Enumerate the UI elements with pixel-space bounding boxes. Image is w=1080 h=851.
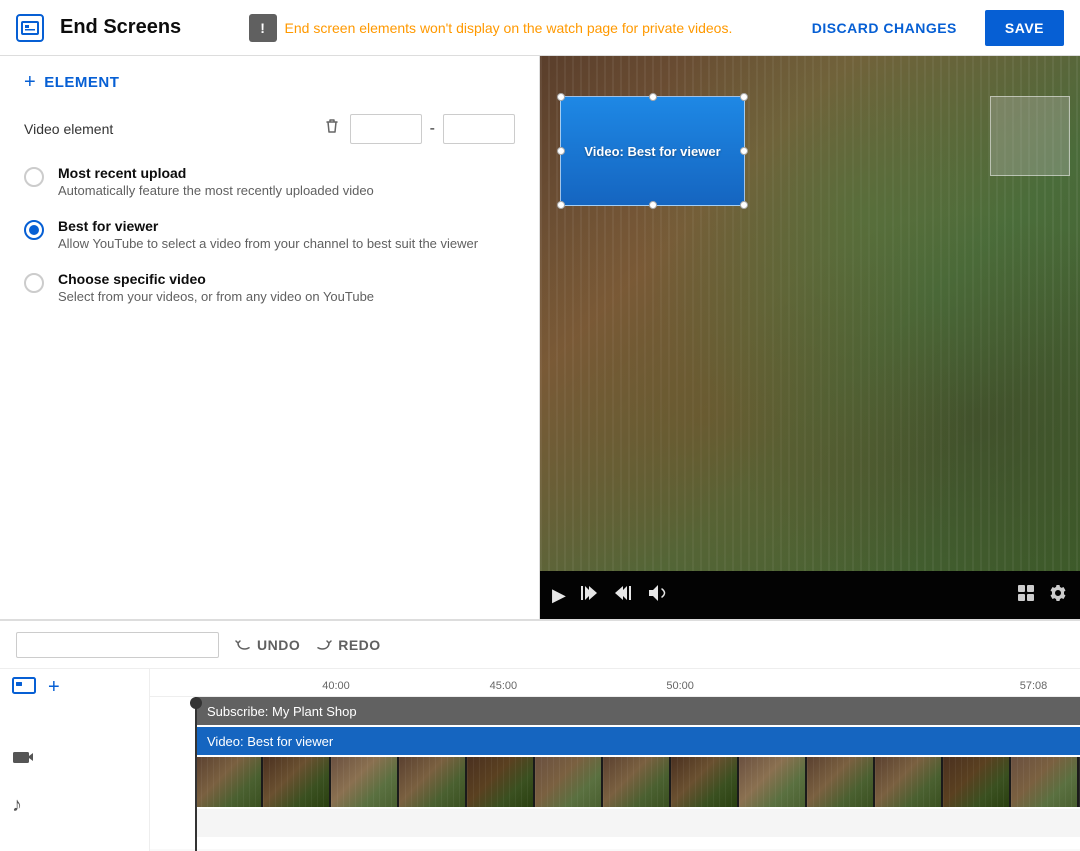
tl-icon-row-music: ♪ xyxy=(0,785,149,825)
main-content: + ELEMENT Video element 37:08 - 57:08 Mo… xyxy=(0,56,1080,619)
radio-label-most-recent: Most recent upload xyxy=(58,165,374,181)
handle-bm[interactable] xyxy=(649,201,657,209)
radio-label-choose-specific: Choose specific video xyxy=(58,271,374,287)
screen-icon xyxy=(12,677,36,703)
timeline-tracks: 40:00 45:00 50:00 57:08 Subscribe: My Pl… xyxy=(150,669,1080,851)
film-frame-13 xyxy=(1011,757,1079,807)
page-title: End Screens xyxy=(60,16,181,39)
film-frame-9 xyxy=(739,757,807,807)
end-screen-overlay-label: Video: Best for viewer xyxy=(584,144,720,159)
video-thumbnail: Video: Best for viewer xyxy=(540,56,1080,571)
forward-button[interactable] xyxy=(612,582,634,609)
warning-text: End screen elements won't display on the… xyxy=(285,20,733,36)
film-frame-1 xyxy=(195,757,263,807)
timeline-section: 37:08 UNDO REDO + ♪ xyxy=(0,619,1080,849)
video-element-row: Video element 37:08 - 57:08 xyxy=(24,112,515,145)
warning-banner: ! End screen elements won't display on t… xyxy=(197,14,784,42)
ruler-mark-4000: 40:00 xyxy=(322,680,350,692)
right-panel: Video: Best for viewer ▶ xyxy=(540,56,1080,619)
ruler-mark-4500: 45:00 xyxy=(490,680,518,692)
film-frame-3 xyxy=(331,757,399,807)
playhead-dot xyxy=(190,697,202,709)
volume-button[interactable] xyxy=(646,582,668,609)
music-icon: ♪ xyxy=(12,794,22,817)
handle-br[interactable] xyxy=(740,201,748,209)
radio-label-best-for-viewer: Best for viewer xyxy=(58,218,478,234)
start-time-input[interactable]: 37:08 xyxy=(350,114,422,144)
radio-content-most-recent: Most recent upload Automatically feature… xyxy=(58,165,374,198)
film-frame-6 xyxy=(535,757,603,807)
radio-circle-best-for-viewer xyxy=(24,220,44,240)
track-music xyxy=(195,809,1080,837)
radio-desc-choose-specific: Select from your videos, or from any vid… xyxy=(58,289,374,304)
playhead[interactable] xyxy=(195,697,197,851)
film-frame-11 xyxy=(875,757,943,807)
handle-tm[interactable] xyxy=(649,93,657,101)
radio-circle-most-recent xyxy=(24,167,44,187)
delete-button[interactable] xyxy=(314,112,350,145)
end-time-input[interactable]: 57:08 xyxy=(443,114,515,144)
radio-choose-specific[interactable]: Choose specific video Select from your v… xyxy=(24,271,515,304)
left-panel: + ELEMENT Video element 37:08 - 57:08 Mo… xyxy=(0,56,540,619)
radio-circle-choose-specific xyxy=(24,273,44,293)
film-frame-12 xyxy=(943,757,1011,807)
tl-icon-row-screen: + xyxy=(0,669,149,733)
handle-bl[interactable] xyxy=(557,201,565,209)
grid-view-button[interactable] xyxy=(1016,583,1036,608)
film-frame-5 xyxy=(467,757,535,807)
handle-mr[interactable] xyxy=(740,147,748,155)
track-subscribe[interactable]: Subscribe: My Plant Shop xyxy=(195,697,1080,725)
video-controls-bar: ▶ xyxy=(540,571,1080,619)
settings-button[interactable] xyxy=(1048,583,1068,608)
video-preview: Video: Best for viewer ▶ xyxy=(540,56,1080,619)
handle-ml[interactable] xyxy=(557,147,565,155)
radio-desc-best-for-viewer: Allow YouTube to select a video from you… xyxy=(58,236,478,251)
rewind-button[interactable] xyxy=(578,582,600,609)
timeline-left-icons: + ♪ xyxy=(0,669,150,851)
timeline-current-time[interactable]: 37:08 xyxy=(16,632,219,658)
film-frame-10 xyxy=(807,757,875,807)
handle-tl[interactable] xyxy=(557,93,565,101)
warning-icon: ! xyxy=(249,14,277,42)
video-element-label: Video element xyxy=(24,121,314,137)
redo-button[interactable]: REDO xyxy=(316,637,380,653)
undo-label: UNDO xyxy=(257,637,300,653)
undo-button[interactable]: UNDO xyxy=(235,637,300,653)
time-separator: - xyxy=(430,120,435,138)
track-subscribe-label: Subscribe: My Plant Shop xyxy=(207,704,357,719)
radio-content-best-for-viewer: Best for viewer Allow YouTube to select … xyxy=(58,218,478,251)
ruler-mark-5708: 57:08 xyxy=(1020,680,1048,692)
timeline-ruler: 40:00 45:00 50:00 57:08 xyxy=(150,669,1080,697)
header: End Screens ! End screen elements won't … xyxy=(0,0,1080,56)
radio-content-choose-specific: Choose specific video Select from your v… xyxy=(58,271,374,304)
tl-icon-row-camera xyxy=(0,733,149,785)
radio-desc-most-recent: Automatically feature the most recently … xyxy=(58,183,374,198)
app-icon xyxy=(16,14,44,42)
end-screen-overlay-video[interactable]: Video: Best for viewer xyxy=(560,96,745,206)
discard-changes-button[interactable]: DISCARD CHANGES xyxy=(800,12,969,44)
plus-icon: + xyxy=(24,72,36,92)
track-video-label: Video: Best for viewer xyxy=(207,734,333,749)
radio-most-recent[interactable]: Most recent upload Automatically feature… xyxy=(24,165,515,198)
ruler-mark-5000: 50:00 xyxy=(666,680,694,692)
timeline-main: + ♪ 40:00 45:00 50:00 57:08 xyxy=(0,669,1080,851)
save-button[interactable]: SAVE xyxy=(985,10,1064,46)
track-filmstrip xyxy=(195,757,1080,807)
film-frame-7 xyxy=(603,757,671,807)
timeline-toolbar: 37:08 UNDO REDO xyxy=(0,621,1080,669)
add-element-button[interactable]: + ELEMENT xyxy=(24,72,119,92)
track-video[interactable]: Video: Best for viewer xyxy=(195,727,1080,755)
end-screen-overlay-secondary[interactable] xyxy=(990,96,1070,176)
add-element-label: ELEMENT xyxy=(44,74,119,91)
film-frame-4 xyxy=(399,757,467,807)
film-frame-2 xyxy=(263,757,331,807)
track-area: Subscribe: My Plant Shop Video: Best for… xyxy=(150,697,1080,851)
play-button[interactable]: ▶ xyxy=(552,585,566,606)
radio-best-for-viewer[interactable]: Best for viewer Allow YouTube to select … xyxy=(24,218,515,251)
film-frame-8 xyxy=(671,757,739,807)
camera-icon xyxy=(12,749,34,770)
redo-label: REDO xyxy=(338,637,380,653)
handle-tr[interactable] xyxy=(740,93,748,101)
add-track-button[interactable]: + xyxy=(48,677,60,697)
